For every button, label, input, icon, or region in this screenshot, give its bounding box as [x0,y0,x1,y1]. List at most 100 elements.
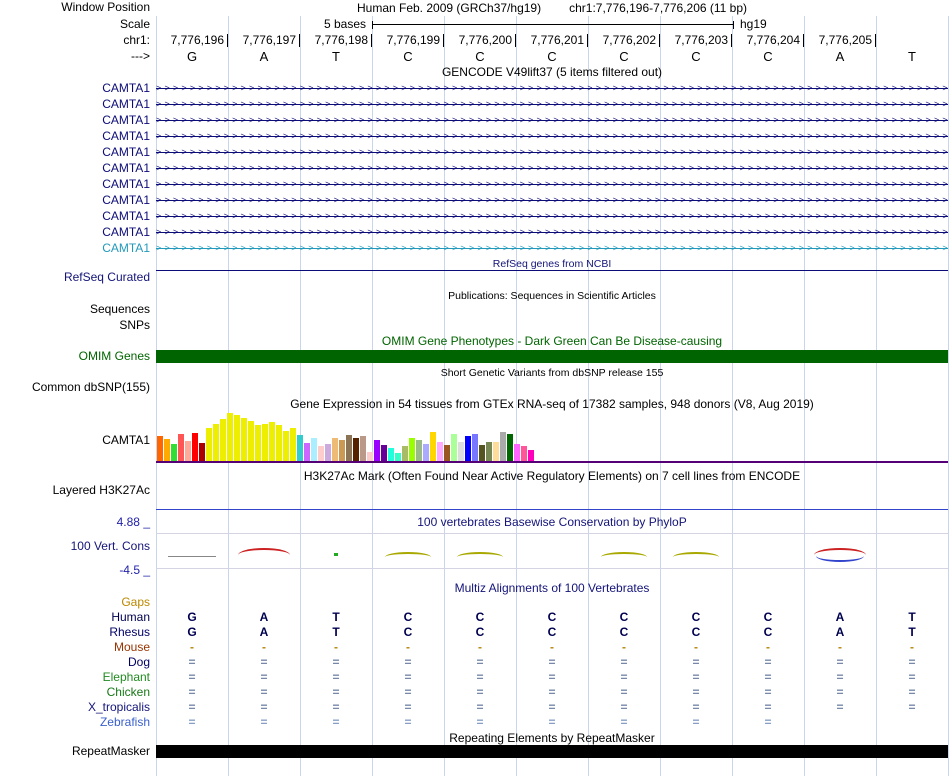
gtex-tissue-bar[interactable] [346,435,352,461]
gtex-tissue-bar[interactable] [486,442,492,461]
gtex-tissue-bar[interactable] [367,452,373,461]
gtex-tissue-bar[interactable] [332,438,338,461]
gtex-tissue-bar[interactable] [283,431,289,461]
gtex-tissue-bar[interactable] [199,443,205,461]
gtex-tissue-bar[interactable] [437,442,443,461]
ruler-position[interactable]: 7,776,196 [156,34,228,47]
ruler-position[interactable]: 7,776,200 [444,34,516,47]
refseq-dense-item[interactable] [156,270,948,271]
gtex-tissue-bar[interactable] [465,436,471,461]
multiz-row-human[interactable]: GATCCCCCCAT [156,610,948,625]
transcript-row[interactable]: >>>>>>>>>>>>>>>>>>>>>>>>>>>>>>>>>>>>>>>>… [156,144,948,160]
gtex-tissue-bar[interactable] [360,436,366,461]
gtex-tissue-bar[interactable] [507,434,513,461]
transcript-row[interactable]: >>>>>>>>>>>>>>>>>>>>>>>>>>>>>>>>>>>>>>>>… [156,112,948,128]
ruler-position[interactable]: 7,776,203 [660,34,732,47]
gtex-tissue-bar[interactable] [500,432,506,461]
multiz-row-x_tropicalis[interactable]: = = = = = = = = = = = [156,700,948,715]
gtex-tissue-bar[interactable] [374,440,380,461]
gtex-tissue-bar[interactable] [304,443,310,461]
gtex-tissue-bar[interactable] [248,421,254,461]
track-label-elephant[interactable]: Elephant [0,670,150,685]
multiz-row-mouse[interactable]: ----------- [156,640,948,655]
ruler-position[interactable]: 7,776,199 [372,34,444,47]
track-label-camta1[interactable]: CAMTA1 [0,240,150,256]
multiz-row-dog[interactable]: = = = = = = = = = = = [156,655,948,670]
omim-gene-bar[interactable] [156,350,948,363]
track-label-camta1[interactable]: CAMTA1 [0,112,150,128]
repeatmasker-bar[interactable] [156,745,948,758]
gtex-tissue-bar[interactable] [325,444,331,461]
gtex-tissue-bar[interactable] [528,450,534,461]
track-label-repeatmasker[interactable]: RepeatMasker [0,745,150,758]
track-label-mouse[interactable]: Mouse [0,640,150,655]
track-label-human[interactable]: Human [0,610,150,625]
gtex-expression-barchart[interactable] [157,412,949,461]
gtex-tissue-bar[interactable] [269,422,275,461]
ruler-position[interactable]: 7,776,205 [804,34,876,47]
track-label-gtex-camta1[interactable]: CAMTA1 [0,434,150,447]
multiz-row-zebrafish[interactable]: = = = = = = = = = [156,715,948,730]
gtex-tissue-bar[interactable] [451,434,457,461]
track-label-rhesus[interactable]: Rhesus [0,625,150,640]
gtex-tissue-bar[interactable] [339,440,345,461]
transcript-row[interactable]: >>>>>>>>>>>>>>>>>>>>>>>>>>>>>>>>>>>>>>>>… [156,160,948,176]
gtex-tissue-bar[interactable] [262,424,268,461]
track-label-phylop[interactable]: 100 Vert. Cons [0,540,150,553]
gtex-tissue-bar[interactable] [234,415,240,461]
gtex-tissue-bar[interactable] [290,428,296,461]
ruler-position[interactable]: 7,776,204 [732,34,804,47]
gtex-tissue-bar[interactable] [479,445,485,461]
track-label-camta1[interactable]: CAMTA1 [0,144,150,160]
track-label-sequences[interactable]: Sequences [0,303,150,316]
gtex-tissue-bar[interactable] [241,418,247,461]
ruler-position[interactable]: 7,776,201 [516,34,588,47]
gtex-tissue-bar[interactable] [227,413,233,461]
track-label-camta1[interactable]: CAMTA1 [0,192,150,208]
phylop-wiggle[interactable] [156,532,948,570]
gtex-tissue-bar[interactable] [493,442,499,461]
track-label-omim-genes[interactable]: OMIM Genes [0,350,150,363]
gtex-tissue-bar[interactable] [171,444,177,461]
gtex-tissue-bar[interactable] [311,438,317,461]
gtex-tissue-bar[interactable] [430,432,436,461]
transcript-row[interactable]: >>>>>>>>>>>>>>>>>>>>>>>>>>>>>>>>>>>>>>>>… [156,208,948,224]
track-label-camta1[interactable]: CAMTA1 [0,96,150,112]
gtex-tissue-bar[interactable] [192,433,198,461]
gtex-tissue-bar[interactable] [458,442,464,461]
transcript-row[interactable]: >>>>>>>>>>>>>>>>>>>>>>>>>>>>>>>>>>>>>>>>… [156,240,948,256]
multiz-row-elephant[interactable]: = = = = = = = = = = = [156,670,948,685]
gtex-tissue-bar[interactable] [381,445,387,461]
track-label-camta1[interactable]: CAMTA1 [0,80,150,96]
gtex-tissue-bar[interactable] [416,440,422,461]
gtex-tissue-bar[interactable] [388,448,394,461]
track-label-dog[interactable]: Dog [0,655,150,670]
transcript-row[interactable]: >>>>>>>>>>>>>>>>>>>>>>>>>>>>>>>>>>>>>>>>… [156,96,948,112]
track-label-x_tropicalis[interactable]: X_tropicalis [0,700,150,715]
gtex-tissue-bar[interactable] [472,434,478,461]
gtex-tissue-bar[interactable] [178,434,184,461]
gtex-tissue-bar[interactable] [514,444,520,461]
track-label-h3k27ac[interactable]: Layered H3K27Ac [0,484,150,497]
multiz-row-rhesus[interactable]: GATCCCCCCAT [156,625,948,640]
gtex-tissue-bar[interactable] [402,446,408,461]
track-label-camta1[interactable]: CAMTA1 [0,224,150,240]
gtex-tissue-bar[interactable] [444,445,450,461]
track-label-common-dbsnp[interactable]: Common dbSNP(155) [0,381,150,394]
ruler-position[interactable]: 7,776,202 [588,34,660,47]
gtex-tissue-bar[interactable] [423,444,429,461]
gtex-tissue-bar[interactable] [185,441,191,461]
gtex-tissue-bar[interactable] [409,438,415,461]
gtex-tissue-bar[interactable] [206,428,212,461]
gtex-tissue-bar[interactable] [157,436,163,461]
gtex-tissue-bar[interactable] [521,446,527,461]
transcript-row[interactable]: >>>>>>>>>>>>>>>>>>>>>>>>>>>>>>>>>>>>>>>>… [156,176,948,192]
transcript-row[interactable]: >>>>>>>>>>>>>>>>>>>>>>>>>>>>>>>>>>>>>>>>… [156,80,948,96]
gtex-tissue-bar[interactable] [297,435,303,461]
gtex-tissue-bar[interactable] [164,439,170,461]
ruler[interactable]: 7,776,196 7,776,197 7,776,198 7,776,199 7,77… [156,34,948,47]
gtex-tissue-bar[interactable] [353,438,359,461]
gtex-tissue-bar[interactable] [395,453,401,461]
ruler-position[interactable]: 7,776,198 [300,34,372,47]
gtex-tissue-bar[interactable] [213,424,219,461]
